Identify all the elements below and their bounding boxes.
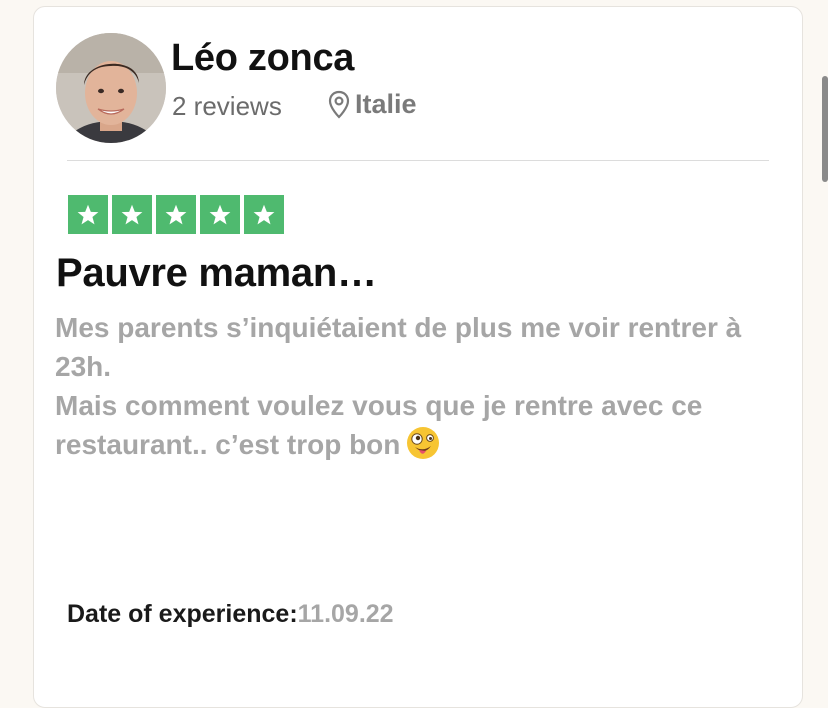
divider <box>67 160 769 161</box>
reviewer-location: Italie <box>327 89 417 120</box>
person-photo-icon <box>56 33 166 143</box>
review-title[interactable]: Pauvre maman… <box>56 251 377 296</box>
reviewer-name[interactable]: Léo zonca <box>171 37 354 80</box>
review-card: Léo zonca 2 reviews Italie Pauvre maman…… <box>33 6 803 708</box>
star-icon <box>68 195 108 234</box>
date-of-experience-value: 11.09.22 <box>297 600 394 628</box>
review-text-line: Mais comment voulez vous que je rentre a… <box>55 386 755 464</box>
location-label: Italie <box>355 89 417 119</box>
star-icon <box>200 195 240 234</box>
review-text-line: Mes parents s’inquiétaient de plus me vo… <box>55 312 742 382</box>
date-of-experience: Date of experience:11.09.22 <box>67 600 394 629</box>
star-icon <box>112 195 152 234</box>
zany-face-emoji-icon <box>407 427 440 459</box>
star-icon <box>244 195 284 234</box>
map-pin-icon <box>328 90 350 119</box>
star-icon <box>156 195 196 234</box>
avatar[interactable] <box>56 33 166 143</box>
review-body: Mes parents s’inquiétaient de plus me vo… <box>55 308 755 464</box>
date-of-experience-label: Date of experience: <box>67 600 298 628</box>
review-text: Mais comment voulez vous que je rentre a… <box>55 390 703 460</box>
review-count: 2 reviews <box>172 91 282 121</box>
scrollbar[interactable] <box>822 76 828 182</box>
star-rating <box>68 195 284 234</box>
